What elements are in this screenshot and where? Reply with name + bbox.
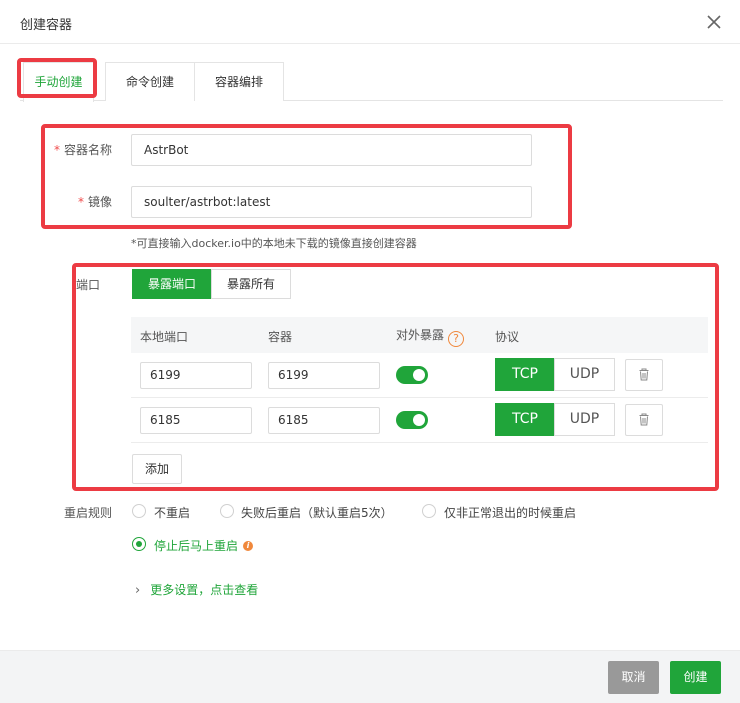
restart-option-label[interactable]: 仅非正常退出的时候重启 <box>444 504 576 521</box>
dialog-title: 创建容器 <box>20 18 73 33</box>
tcp-button[interactable]: TCP <box>495 358 555 391</box>
tcp-button[interactable]: TCP <box>495 403 555 436</box>
restart-option-radio[interactable] <box>422 504 436 518</box>
col-local-port: 本地端口 <box>140 330 189 344</box>
more-settings-link[interactable]: › 更多设置，点击查看 <box>135 581 258 598</box>
restart-option-label[interactable]: 不重启 <box>154 504 190 521</box>
restart-option-radio[interactable] <box>220 504 234 518</box>
local-port-input[interactable]: 6185 <box>140 407 252 434</box>
info-icon: i <box>243 541 254 551</box>
delete-row-button[interactable] <box>625 404 663 436</box>
ports-table-header: 本地端口 容器 对外暴露? 协议 <box>131 317 708 353</box>
chevron-right-icon: › <box>135 583 141 598</box>
delete-row-button[interactable] <box>625 359 663 391</box>
dialog-footer: 取消 创建 <box>0 650 740 703</box>
image-hint: *可直接输入docker.io中的本地未下载的镜像直接创建容器 <box>131 237 417 250</box>
expose-all-button[interactable]: 暴露所有 <box>211 269 291 299</box>
trash-icon <box>639 413 649 426</box>
restart-label: 重启规则 <box>63 506 112 520</box>
tab-command-create[interactable]: 命令创建 <box>105 62 195 101</box>
col-container: 容器 <box>268 330 293 344</box>
row-divider <box>131 397 708 398</box>
udp-button[interactable]: UDP <box>554 403 615 436</box>
cancel-button[interactable]: 取消 <box>608 661 659 694</box>
help-icon[interactable]: ? <box>448 331 465 347</box>
close-icon[interactable] <box>705 13 723 31</box>
add-port-button[interactable]: 添加 <box>132 454 182 484</box>
tab-compose[interactable]: 容器编排 <box>194 62 284 101</box>
ports-label: 端口 <box>76 278 101 292</box>
expose-toggle[interactable] <box>396 366 428 384</box>
trash-icon <box>639 368 649 381</box>
container-name-input[interactable]: AstrBot <box>131 134 532 166</box>
container-name-label: * 容器名称 <box>53 143 112 157</box>
local-port-input[interactable]: 6199 <box>140 362 252 389</box>
container-port-input[interactable]: 6185 <box>268 407 380 434</box>
restart-option-label[interactable]: 停止后马上重启 i <box>154 537 254 554</box>
col-expose: 对外暴露? <box>396 326 465 347</box>
create-button[interactable]: 创建 <box>670 661 721 694</box>
col-protocol: 协议 <box>495 330 520 344</box>
dialog-header: 创建容器 <box>0 0 740 44</box>
row-divider <box>131 442 708 443</box>
image-label: * 镜像 <box>77 195 112 209</box>
restart-option-radio[interactable] <box>132 504 146 518</box>
image-input[interactable]: soulter/astrbot:latest <box>131 186 532 218</box>
expose-toggle[interactable] <box>396 411 428 429</box>
udp-button[interactable]: UDP <box>554 358 615 391</box>
restart-option-radio[interactable] <box>132 537 146 551</box>
restart-option-label[interactable]: 失败后重启（默认重启5次） <box>241 504 393 521</box>
highlight-tab <box>17 58 97 98</box>
expose-ports-button[interactable]: 暴露端口 <box>132 269 212 299</box>
container-port-input[interactable]: 6199 <box>268 362 380 389</box>
